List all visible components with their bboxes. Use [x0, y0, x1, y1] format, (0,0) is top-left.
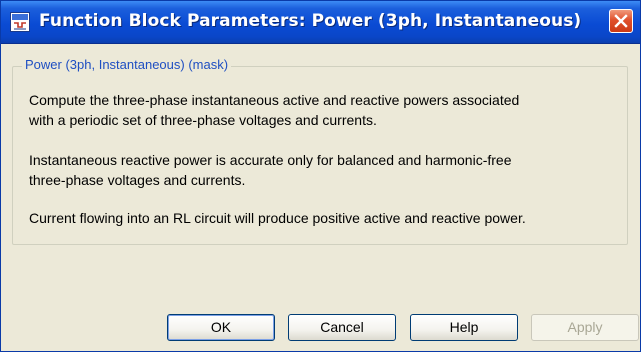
- help-button[interactable]: Help: [410, 314, 518, 341]
- mask-group-title: Power (3ph, Instantaneous) (mask): [22, 57, 232, 72]
- description-line: Current flowing into an RL circuit will …: [29, 210, 526, 226]
- close-icon: [614, 14, 628, 28]
- apply-button: Apply: [531, 314, 639, 341]
- description-paragraph-1: Compute the three-phase instantaneous ac…: [29, 90, 519, 130]
- description-line: Instantaneous reactive power is accurate…: [29, 152, 512, 168]
- title-bar[interactable]: Function Block Parameters: Power (3ph, I…: [1, 1, 640, 44]
- dialog-window: Function Block Parameters: Power (3ph, I…: [0, 0, 641, 352]
- window-title: Function Block Parameters: Power (3ph, I…: [39, 11, 582, 31]
- simulink-block-icon: [10, 12, 30, 32]
- close-button[interactable]: [609, 9, 633, 33]
- description-line: Compute the three-phase instantaneous ac…: [29, 92, 520, 108]
- description-paragraph-3: Current flowing into an RL circuit will …: [29, 208, 526, 228]
- description-line: three-phase voltages and currents.: [29, 172, 246, 188]
- description-paragraph-2: Instantaneous reactive power is accurate…: [29, 150, 512, 190]
- ok-button[interactable]: OK: [167, 314, 275, 341]
- description-line: with a periodic set of three-phase volta…: [29, 112, 377, 128]
- cancel-button[interactable]: Cancel: [288, 314, 396, 341]
